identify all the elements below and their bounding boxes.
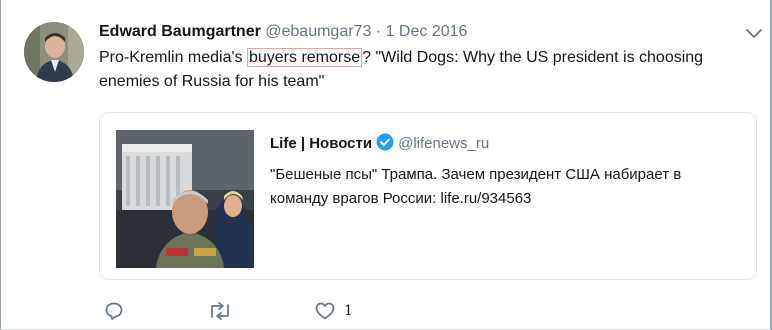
quoted-tweet-text: "Бешеные псы" Трампа. Зачем президент СШ…: [270, 166, 682, 207]
like-count: 1: [344, 303, 353, 319]
quoted-author-handle[interactable]: @lifenews_ru: [398, 135, 489, 152]
like-button[interactable]: 1: [314, 300, 353, 322]
tweet-text-part: Pro-Kremlin media's: [99, 49, 247, 66]
reply-icon: [103, 300, 125, 322]
tweet-header: Edward Baumgartner @ebaumgar73 · 1 Dec 2…: [99, 22, 467, 42]
quoted-tweet-card[interactable]: Life | Новости @lifenews_ru "Бешеные псы"…: [99, 112, 757, 280]
retweet-button[interactable]: [207, 300, 233, 322]
tweet-text: Pro-Kremlin media's buyers remorse? "Wil…: [99, 46, 739, 94]
more-options-chevron-down-icon[interactable]: [744, 26, 764, 42]
author-name[interactable]: Edward Baumgartner: [99, 23, 261, 40]
tweet-text-highlight: buyers remorse: [246, 48, 363, 67]
verified-badge-icon: [376, 133, 394, 157]
quoted-tweet-image[interactable]: [116, 130, 254, 268]
quoted-author-name[interactable]: Life | Новости: [270, 135, 372, 152]
tweet-date[interactable]: 1 Dec 2016: [386, 23, 468, 40]
header-separator: ·: [371, 23, 386, 40]
author-avatar[interactable]: [24, 22, 84, 82]
reply-button[interactable]: [103, 300, 125, 322]
author-handle[interactable]: @ebaumgar73: [265, 23, 371, 40]
heart-icon: [314, 300, 336, 322]
retweet-icon: [207, 300, 233, 322]
avatar-photo-icon: [24, 22, 84, 82]
quoted-tweet-header: Life | Новости @lifenews_ru: [270, 133, 489, 157]
